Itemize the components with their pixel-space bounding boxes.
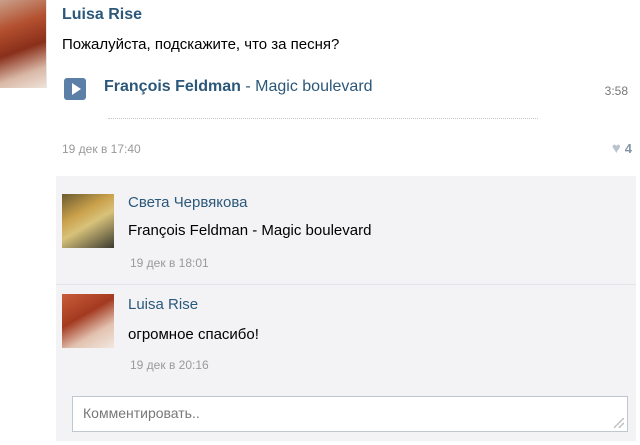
reply-item: Luisa Rise огромное спасибо! 19 дек в 20… <box>56 286 636 386</box>
post-author-avatar[interactable] <box>0 0 47 88</box>
reply-author-name[interactable]: Luisa Rise <box>128 296 198 313</box>
resize-grip-icon[interactable] <box>614 418 624 428</box>
reply-text: огромное спасибо! <box>128 326 259 343</box>
post-date[interactable]: 19 дек в 17:40 <box>62 142 141 156</box>
divider <box>108 118 538 119</box>
reply-author-avatar[interactable] <box>62 294 114 348</box>
audio-track: Magic boulevard <box>255 78 373 95</box>
audio-title[interactable]: François Feldman - Magic boulevard <box>104 78 373 96</box>
like-count: 4 <box>624 141 632 156</box>
audio-separator: - <box>240 78 256 95</box>
reply-author-avatar[interactable] <box>62 194 114 248</box>
reply-text: François Feldman - Magic boulevard <box>128 222 372 239</box>
reply-date[interactable]: 19 дек в 18:01 <box>130 256 209 270</box>
post-author-name[interactable]: Luisa Rise <box>62 6 142 24</box>
audio-artist: François Feldman <box>104 78 241 95</box>
reply-item: Света Червякова François Feldman - Magic… <box>56 176 636 285</box>
play-icon[interactable] <box>64 78 86 100</box>
audio-attachment: François Feldman - Magic boulevard 3:58 <box>62 76 632 102</box>
heart-icon: ♥ <box>611 140 621 157</box>
audio-duration: 3:58 <box>604 84 628 98</box>
comment-input[interactable]: Комментировать.. <box>72 396 628 432</box>
reply-date[interactable]: 19 дек в 20:16 <box>130 358 209 372</box>
comment-placeholder: Комментировать.. <box>83 405 200 421</box>
like-button[interactable]: ♥ 4 <box>612 140 632 157</box>
reply-author-name[interactable]: Света Червякова <box>128 194 248 211</box>
post-text: Пожалуйста, подскажите, что за песня? <box>62 36 340 53</box>
